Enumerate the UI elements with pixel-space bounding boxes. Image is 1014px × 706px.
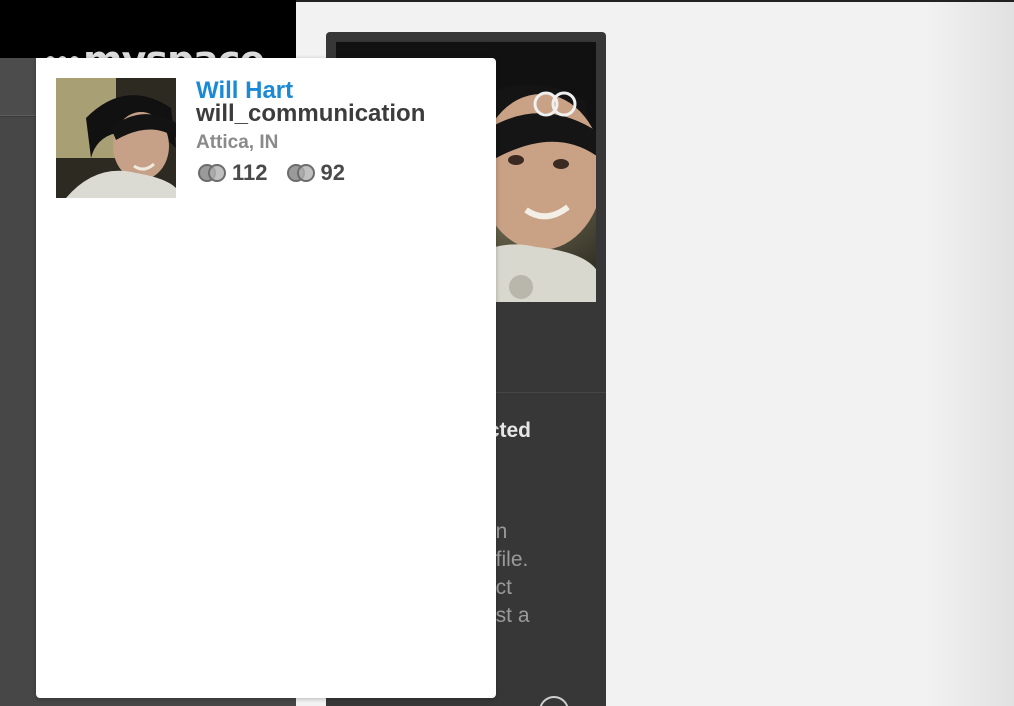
avatar[interactable] bbox=[56, 78, 176, 198]
message-line: ect bbox=[484, 576, 513, 599]
connect-icon[interactable] bbox=[532, 90, 578, 118]
connections-count: 112 bbox=[232, 160, 268, 185]
mutual-connections-stat[interactable]: 92 bbox=[285, 160, 345, 186]
message-line: ofile. bbox=[484, 548, 529, 571]
help-icon[interactable] bbox=[539, 696, 569, 706]
connections-icon bbox=[198, 164, 226, 182]
message-line: an bbox=[484, 518, 584, 546]
connections-icon bbox=[286, 164, 315, 182]
top-border bbox=[296, 0, 1014, 2]
profile-hover-card: Will Hart will_communication Attica, IN … bbox=[36, 58, 496, 698]
message-line: est a bbox=[484, 604, 530, 627]
connections-stat[interactable]: 112 bbox=[196, 160, 268, 186]
edge-shadow bbox=[924, 0, 1014, 706]
avatar-image bbox=[56, 78, 176, 198]
app-header: myspace bbox=[0, 0, 296, 80]
profile-location: Attica, IN bbox=[196, 132, 279, 153]
mutual-connections-count: 92 bbox=[320, 160, 345, 185]
connection-stats: 112 92 bbox=[196, 160, 425, 186]
profile-username: will_communication bbox=[196, 100, 426, 127]
message-line: d bbox=[484, 490, 584, 518]
profile-info: Will Hart will_communication Attica, IN … bbox=[196, 78, 425, 186]
